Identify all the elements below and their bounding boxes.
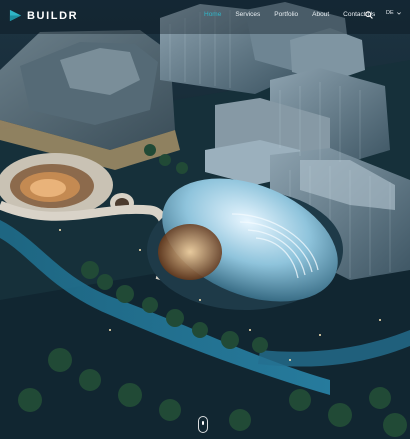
- main-menu: Home Services Portfolio About Contact Us: [204, 11, 389, 18]
- search-icon[interactable]: [365, 11, 373, 19]
- mouse-scroll-icon[interactable]: [198, 416, 208, 433]
- language-selector[interactable]: DE: [386, 10, 401, 16]
- language-selected: DE: [386, 10, 394, 16]
- logo-mark-icon: [9, 9, 22, 22]
- brand-name: BUILDR: [27, 9, 79, 22]
- top-navigation-bar: BUILDR Home Services Portfolio About Con…: [0, 0, 410, 32]
- nav-link-about[interactable]: About: [312, 11, 329, 18]
- nav-link-portfolio[interactable]: Portfolio: [274, 11, 298, 18]
- scroll-wheel-dot: [202, 421, 204, 425]
- brand-logo[interactable]: BUILDR: [9, 9, 78, 22]
- nav-link-home[interactable]: Home: [204, 11, 221, 18]
- hero-section: BUILDR Home Services Portfolio About Con…: [0, 0, 410, 439]
- chevron-down-icon: [396, 11, 401, 15]
- hero-background-image: [0, 0, 410, 439]
- nav-link-services[interactable]: Services: [235, 11, 260, 18]
